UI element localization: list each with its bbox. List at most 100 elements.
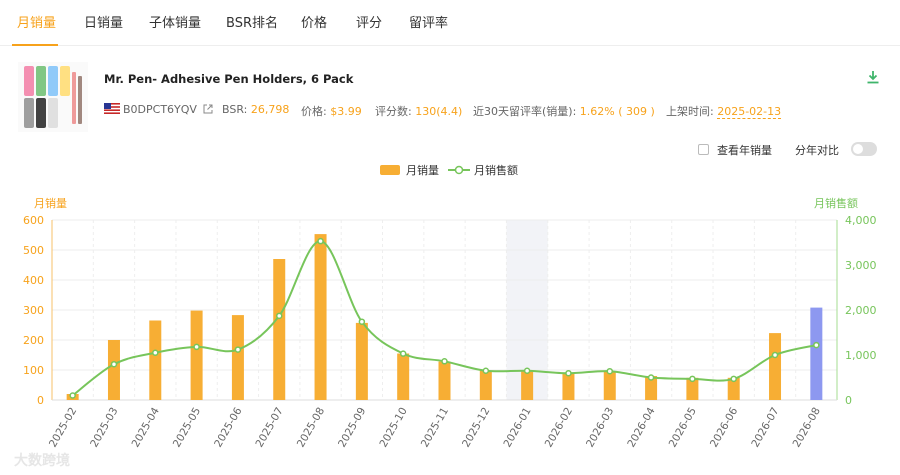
line-point — [482, 367, 490, 374]
x-tick-label: 2025-03 — [88, 406, 120, 450]
product-thumbnail[interactable] — [18, 62, 88, 132]
x-tick-label: 2026-08 — [791, 406, 823, 450]
bar — [355, 322, 368, 400]
line-point — [69, 392, 76, 399]
y-tick-label: 100 — [23, 364, 44, 377]
yearly-sales-checkbox[interactable] — [698, 144, 709, 155]
x-tick-label: 2025-12 — [460, 406, 492, 450]
line-point — [358, 318, 366, 325]
yearly-sales-option[interactable]: 查看年销量 — [698, 142, 772, 158]
line-point — [275, 312, 283, 320]
tab-daily-sales[interactable]: 日销量 — [84, 12, 123, 31]
price-value: $3.99 — [330, 105, 362, 118]
rating-group: 评分数: 130(4.4) — [375, 103, 462, 119]
x-tick-label: 2025-07 — [254, 406, 286, 450]
product-title[interactable]: Mr. Pen- Adhesive Pen Holders, 6 Pack — [104, 72, 353, 86]
listed-date-label: 上架时间: — [666, 105, 714, 118]
review-rate-group: 近30天留评率(销量): 1.62% ( 309 ) — [473, 103, 655, 119]
review-rate-label: 近30天留评率(销量): — [473, 105, 577, 118]
legend-line-label: 月销售额 — [474, 164, 518, 177]
y-tick-label: 300 — [23, 304, 44, 317]
line-point — [565, 369, 572, 377]
x-tick-label: 2026-01 — [501, 406, 533, 450]
y2-tick-label: 1,000 — [845, 349, 877, 362]
x-tick-label: 2026-02 — [543, 406, 575, 450]
legend-bar-item[interactable]: 月销量 — [380, 162, 439, 178]
bsr-value: 26,798 — [250, 103, 290, 116]
asin-group: B0DPCT6YQV — [104, 103, 213, 116]
line-point — [441, 358, 448, 365]
x-tick-label: 2026-04 — [625, 405, 657, 449]
x-tick-label: 2025-10 — [377, 406, 409, 450]
sales-chart: 0 100 200 300 400 500 600 0 1,000 2,000 3,000 4,000… — [23, 214, 877, 450]
bar — [107, 340, 120, 400]
y-tick-label: 200 — [23, 334, 44, 347]
line-point — [813, 341, 820, 349]
line-point — [689, 375, 696, 383]
y2-tick-label: 4,000 — [845, 214, 877, 227]
y-tick-label: 400 — [23, 274, 44, 287]
bar — [438, 361, 451, 400]
bsr-label: BSR: — [222, 103, 248, 116]
rating-label: 评分数: — [375, 105, 412, 118]
legend-bar-label: 月销量 — [406, 164, 439, 177]
tab-monthly-sales[interactable]: 月销量 — [17, 12, 56, 31]
line-point — [110, 360, 118, 368]
y2-tick-label: 0 — [845, 394, 852, 407]
yearly-sales-label: 查看年销量 — [717, 144, 772, 157]
tab-review-rate[interactable]: 留评率 — [409, 12, 448, 31]
x-tick-label: 2025-09 — [336, 406, 368, 450]
x-tick-label: 2025-08 — [295, 406, 327, 450]
legend-bar-swatch — [380, 165, 400, 175]
listed-date-group: 上架时间: 2025-02-13 — [666, 103, 782, 119]
bar — [231, 315, 244, 400]
tab-rating[interactable]: 评分 — [356, 12, 382, 31]
download-icon[interactable] — [866, 70, 880, 84]
bar — [273, 259, 286, 400]
bar — [314, 234, 327, 400]
x-tick-label: 2026-06 — [708, 405, 740, 449]
watermark: 大数跨境 — [14, 453, 70, 469]
x-tick-label: 2025-05 — [171, 406, 203, 450]
product-card: Mr. Pen- Adhesive Pen Holders, 6 Pack B0… — [18, 62, 888, 132]
bar — [479, 370, 492, 400]
x-tick-label: 2026-07 — [749, 406, 781, 450]
yoy-label: 分年对比 — [795, 144, 839, 157]
review-rate-value: 1.62% ( 309 ) — [579, 105, 655, 118]
x-tick-label: 2025-04 — [130, 405, 162, 449]
external-link-icon[interactable] — [203, 104, 213, 114]
y2-tick-label: 2,000 — [845, 304, 877, 317]
y-tick-label: 0 — [37, 394, 44, 407]
x-tick-label: 2025-11 — [419, 406, 451, 450]
line-point — [606, 367, 614, 375]
bar — [190, 310, 203, 400]
y-tick-label: 600 — [23, 214, 44, 227]
bar — [810, 307, 823, 400]
tab-price[interactable]: 价格 — [301, 12, 327, 31]
price-label: 价格: — [301, 105, 327, 118]
line-point — [152, 349, 159, 356]
line-point — [647, 374, 655, 381]
line-point — [730, 375, 737, 383]
legend-line-swatch — [448, 165, 470, 175]
listed-date-value: 2025-02-13 — [717, 105, 782, 119]
tab-bsr-rank[interactable]: BSR排名 — [226, 12, 278, 31]
bar — [149, 320, 162, 400]
us-flag-icon — [104, 103, 120, 114]
line-point — [771, 351, 779, 359]
line-point — [234, 346, 242, 353]
legend-line-item[interactable]: 月销售额 — [448, 162, 518, 178]
x-tick-label: 2026-05 — [667, 406, 699, 450]
asin-text[interactable]: B0DPCT6YQV — [123, 103, 197, 116]
bar — [769, 333, 782, 400]
line-point — [399, 350, 407, 357]
y-tick-label: 500 — [23, 244, 44, 257]
bsr-group: BSR: 26,798 — [222, 103, 289, 116]
y2-tick-label: 3,000 — [845, 259, 877, 272]
line-point — [193, 343, 200, 351]
yoy-toggle[interactable] — [851, 142, 877, 156]
bar — [397, 353, 410, 400]
bar — [562, 373, 575, 400]
tab-variant-sales[interactable]: 子体销量 — [149, 12, 201, 31]
metric-tabs: 月销量 日销量 子体销量 BSR排名 价格 评分 留评率 — [0, 0, 900, 46]
